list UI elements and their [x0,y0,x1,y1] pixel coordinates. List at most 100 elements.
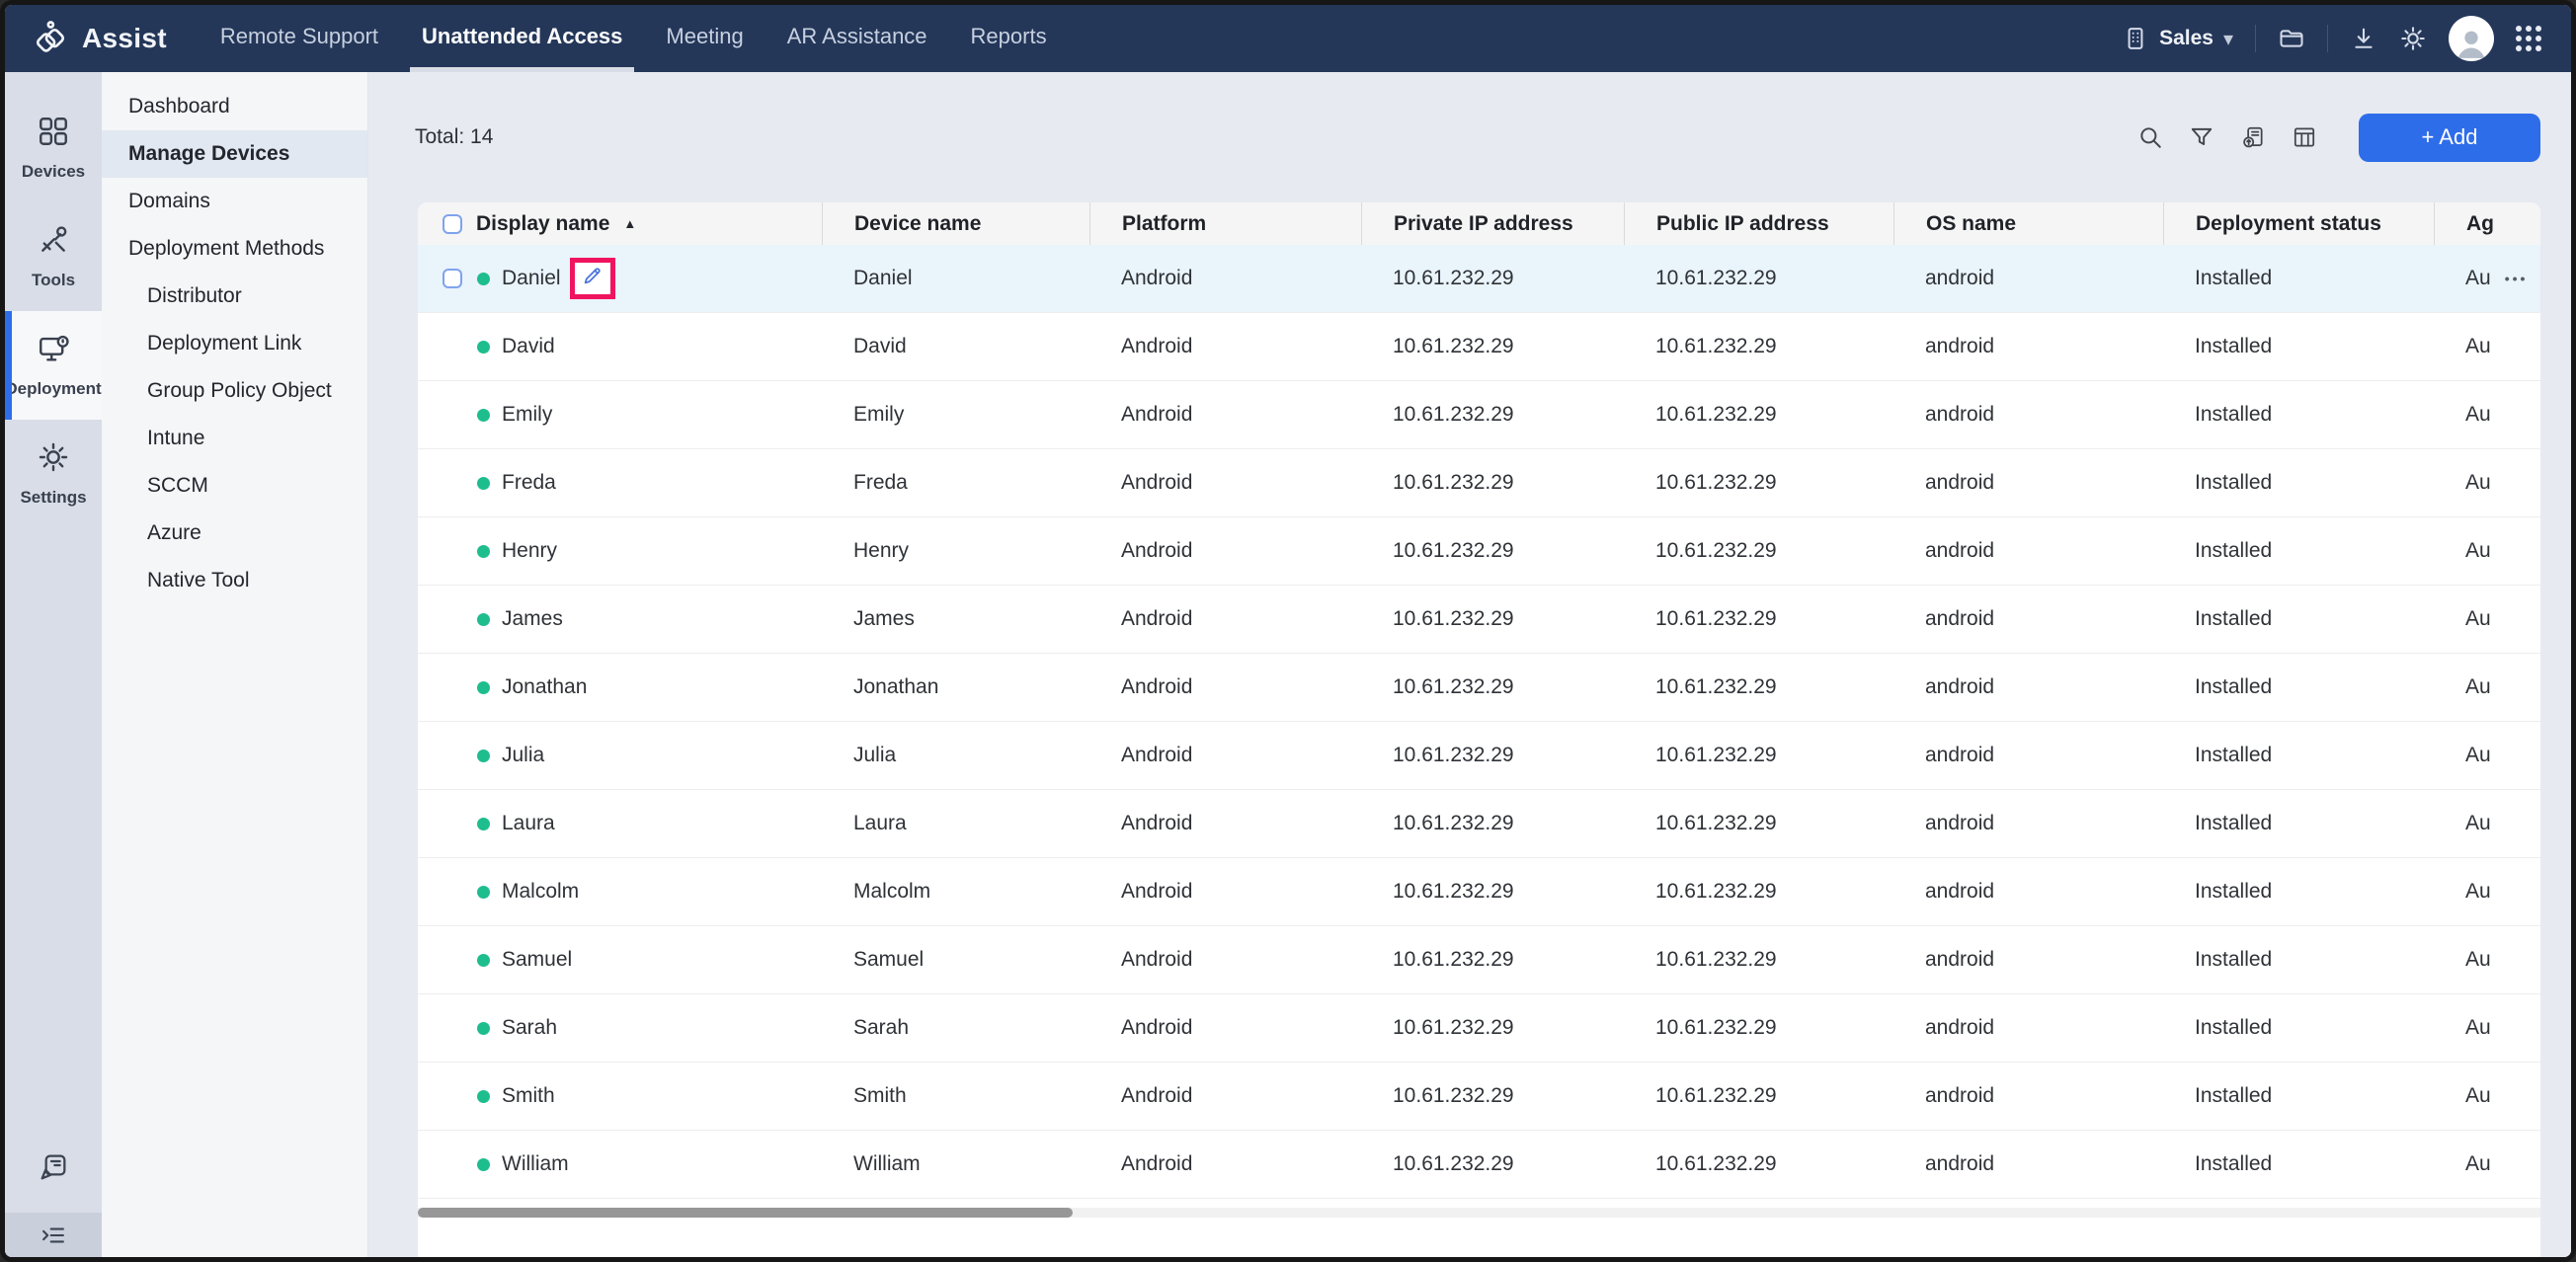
cell-value: Installed [2195,607,2272,631]
column-header-private-ip-address[interactable]: Private IP address [1361,202,1624,245]
sidebar-item-deployment-link[interactable]: Deployment Link [102,320,367,367]
divider [2255,25,2256,52]
column-header-platform[interactable]: Platform [1089,202,1361,245]
add-device-button[interactable]: + Add [2359,114,2540,162]
rail-item-tools[interactable]: Tools [5,202,102,311]
sidebar-item-group-policy-object[interactable]: Group Policy Object [102,367,367,415]
table-row[interactable]: SamuelSamuelAndroid10.61.232.2910.61.232… [418,926,2540,994]
top-tab-ar-assistance[interactable]: AR Assistance [775,5,939,72]
row-checkbox[interactable] [443,269,462,288]
column-header-device-name[interactable]: Device name [822,202,1089,245]
agent-version-value: Au [2465,744,2491,767]
cell-value: Installed [2195,744,2272,767]
gear-icon [2399,25,2427,52]
table-row[interactable]: DanielDanielAndroid10.61.232.2910.61.232… [418,245,2540,313]
device-name-cell: Jonathan [822,654,1089,721]
sidebar-item-dashboard[interactable]: Dashboard [102,83,367,130]
platform-cell: Android [1089,381,1361,448]
cell-value: android [1925,1016,1994,1040]
manage-columns-button[interactable] [2292,124,2317,150]
cell-value: 10.61.232.29 [1655,335,1777,358]
table-row[interactable]: LauraLauraAndroid10.61.232.2910.61.232.2… [418,790,2540,858]
top-tab-remote-support[interactable]: Remote Support [208,5,390,72]
download-button[interactable] [2350,25,2377,52]
column-header-os-name[interactable]: OS name [1893,202,2163,245]
display-name-cell: Samuel [469,926,822,993]
row-select-cell [418,994,469,1062]
sidebar-item-azure[interactable]: Azure [102,510,367,557]
row-select-cell [418,245,469,312]
edit-pencil-icon[interactable] [582,265,604,292]
cell-value: Jonathan [853,675,938,699]
display-name: Jonathan [502,675,587,699]
top-tab-unattended-access[interactable]: Unattended Access [410,5,634,72]
display-name: Emily [502,403,552,427]
online-status-dot [477,409,490,422]
os-name-cell: android [1893,858,2163,925]
filter-button[interactable] [2189,124,2214,150]
agent-version-cell: Au [2434,586,2540,653]
top-tab-meeting[interactable]: Meeting [654,5,755,72]
os-name-cell: android [1893,245,2163,312]
edit-name-annotation[interactable] [570,258,615,299]
table-row[interactable]: DavidDavidAndroid10.61.232.2910.61.232.2… [418,313,2540,381]
apps-grid-icon[interactable] [2516,26,2541,51]
os-name-cell: android [1893,926,2163,993]
cell-value: Installed [2195,948,2272,972]
sidebar-item-deployment-methods[interactable]: Deployment Methods [102,225,367,273]
top-tab-reports[interactable]: Reports [959,5,1059,72]
rail-item-devices[interactable]: Devices [5,94,102,202]
settings-button[interactable] [2399,25,2427,52]
table-row[interactable]: SarahSarahAndroid10.61.232.2910.61.232.2… [418,994,2540,1063]
folder-button[interactable] [2278,25,2305,52]
horizontal-scrollbar[interactable] [418,1208,2540,1218]
cell-value: Android [1121,744,1192,767]
collapse-sidebar-button[interactable] [5,1213,102,1257]
device-name-cell: Daniel [822,245,1089,312]
sidebar-item-distributor[interactable]: Distributor [102,273,367,320]
avatar[interactable] [2449,16,2494,61]
private-ip-cell: 10.61.232.29 [1361,1063,1624,1130]
display-name-cell: Sarah [469,994,822,1062]
rail-item-settings[interactable]: Settings [5,420,102,528]
table-row[interactable]: JonathanJonathanAndroid10.61.232.2910.61… [418,654,2540,722]
row-select-cell [418,313,469,380]
select-all-checkbox[interactable] [443,214,462,234]
display-name-cell: William [469,1131,822,1198]
table-row[interactable]: MalcolmMalcolmAndroid10.61.232.2910.61.2… [418,858,2540,926]
feedback-button[interactable] [5,1151,102,1183]
public-ip-cell: 10.61.232.29 [1624,858,1893,925]
rail-item-deployment[interactable]: Deployment [5,311,102,420]
cell-value: Installed [2195,812,2272,835]
column-header-deployment-status[interactable]: Deployment status [2163,202,2434,245]
search-button[interactable] [2137,124,2163,150]
cell-value: android [1925,880,1994,904]
sidebar-item-sccm[interactable]: SCCM [102,462,367,510]
online-status-dot [477,1090,490,1103]
public-ip-cell: 10.61.232.29 [1624,449,1893,516]
column-header-public-ip-address[interactable]: Public IP address [1624,202,1893,245]
sidebar-item-domains[interactable]: Domains [102,178,367,225]
department-selector[interactable]: Sales ▾ [2122,25,2233,52]
table-row[interactable]: HenryHenryAndroid10.61.232.2910.61.232.2… [418,517,2540,586]
row-more-menu[interactable]: ••• [2505,271,2529,286]
table-row[interactable]: SmithSmithAndroid10.61.232.2910.61.232.2… [418,1063,2540,1131]
table-row[interactable]: JuliaJuliaAndroid10.61.232.2910.61.232.2… [418,722,2540,790]
column-header-label: Platform [1122,212,1206,236]
brand[interactable]: Assist [5,5,167,72]
sidebar-item-native-tool[interactable]: Native Tool [102,557,367,604]
table-row[interactable]: JamesJamesAndroid10.61.232.2910.61.232.2… [418,586,2540,654]
table-row[interactable]: EmilyEmilyAndroid10.61.232.2910.61.232.2… [418,381,2540,449]
scrollbar-thumb[interactable] [418,1208,1073,1218]
deployment-sidebar: DashboardManage DevicesDomainsDeployment… [102,72,368,1257]
agent-version-value: Au [2465,1016,2491,1040]
display-name-cell: Jonathan [469,654,822,721]
column-header-ag[interactable]: Ag [2434,202,2540,245]
table-row[interactable]: WilliamWilliamAndroid10.61.232.2910.61.2… [418,1131,2540,1199]
sidebar-item-manage-devices[interactable]: Manage Devices [102,130,367,178]
sidebar-item-intune[interactable]: Intune [102,415,367,462]
export-button[interactable] [2240,124,2266,150]
table-row[interactable]: FredaFredaAndroid10.61.232.2910.61.232.2… [418,449,2540,517]
column-header-display-name[interactable]: Display name▲ [469,202,822,245]
platform-cell: Android [1089,313,1361,380]
